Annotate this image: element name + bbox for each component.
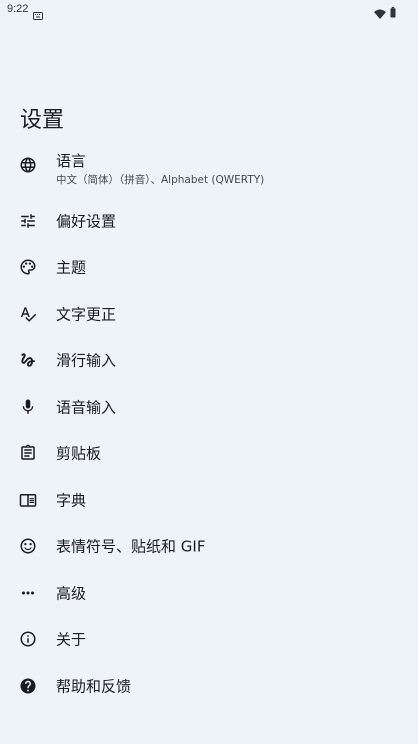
dictionary-icon [19, 491, 37, 509]
settings-item-languages[interactable]: 语言 中文（简体）（拼音）、Alphabet (QWERTY) [0, 140, 418, 190]
keyboard-notification-icon [33, 5, 43, 20]
clipboard-icon [19, 444, 37, 462]
wifi-icon [374, 4, 386, 19]
status-bar: 9:22 [0, 0, 418, 22]
settings-item-label: 偏好设置 [56, 212, 117, 231]
settings-item-label: 语音输入 [56, 398, 117, 417]
spellcheck-icon [19, 305, 37, 323]
settings-item-help-feedback[interactable]: 帮助和反馈 [0, 663, 418, 709]
settings-item-clipboard[interactable]: 剪贴板 [0, 430, 418, 476]
settings-item-label: 帮助和反馈 [56, 677, 132, 696]
settings-item-advanced[interactable]: 高级 [0, 570, 418, 616]
settings-item-label: 滑行输入 [56, 351, 117, 370]
settings-item-label: 语言 [56, 152, 87, 170]
settings-item-label: 高级 [56, 584, 87, 603]
settings-item-sublabel: 中文（简体）（拼音）、Alphabet (QWERTY) [56, 174, 265, 186]
settings-item-about[interactable]: 关于 [0, 616, 418, 662]
settings-item-voice-typing[interactable]: 语音输入 [0, 384, 418, 430]
globe-icon [19, 156, 37, 174]
info-icon [19, 630, 37, 648]
settings-item-emoji-stickers-gifs[interactable]: 表情符号、贴纸和 GIF [0, 523, 418, 569]
more-horiz-icon [19, 584, 37, 602]
help-icon [19, 677, 37, 695]
tune-icon [19, 212, 37, 230]
settings-item-glide-typing[interactable]: 滑行输入 [0, 337, 418, 383]
settings-item-label: 主题 [56, 258, 87, 277]
mic-icon [19, 398, 37, 416]
settings-item-label: 关于 [56, 630, 87, 649]
settings-item-preferences[interactable]: 偏好设置 [0, 198, 418, 244]
gesture-icon [19, 351, 37, 369]
settings-item-dictionary[interactable]: 字典 [0, 477, 418, 523]
status-time: 9:22 [7, 3, 29, 15]
settings-item-theme[interactable]: 主题 [0, 244, 418, 290]
settings-item-text-correction[interactable]: 文字更正 [0, 291, 418, 337]
settings-item-label: 文字更正 [56, 305, 117, 324]
settings-item-label: 表情符号、贴纸和 GIF [56, 537, 206, 556]
page-title: 设置 [20, 108, 65, 133]
palette-icon [19, 258, 37, 276]
settings-item-label: 字典 [56, 491, 87, 510]
settings-item-label: 剪贴板 [56, 444, 102, 463]
battery-icon [390, 3, 396, 18]
emoji-icon [19, 537, 37, 555]
